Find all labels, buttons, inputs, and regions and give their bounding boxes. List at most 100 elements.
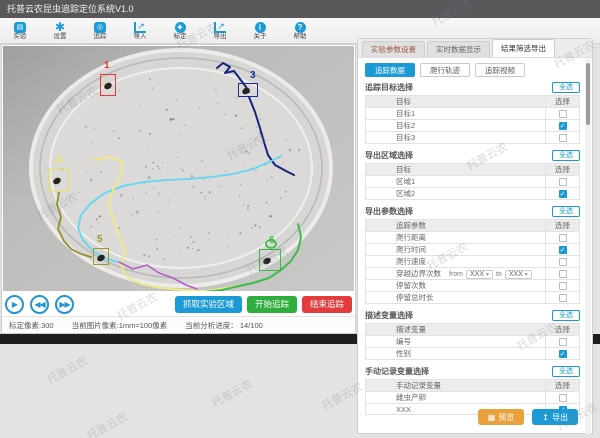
stop-tracking-button[interactable]: 结束追踪: [302, 296, 352, 313]
tracking-icon: ◎: [94, 22, 106, 33]
target-label-1: 1: [104, 61, 110, 71]
table-row: 停留次数: [366, 280, 580, 292]
row-checkbox[interactable]: [559, 234, 567, 242]
toolbar-item-import[interactable]: ↗导入: [120, 18, 160, 44]
toolbar-item-export[interactable]: ↗导出: [200, 18, 240, 44]
row-checkbox[interactable]: [559, 394, 567, 402]
toolbar-item-label: 导入: [134, 34, 147, 40]
section-5: 手动记录变量选择全选手动记录变量选择雌虫产卵XXX✓: [365, 366, 580, 415]
subtab-1[interactable]: 追踪数据: [365, 63, 415, 77]
section-1: 追踪目标选择全选目标选择目标1目标2✓目标3: [365, 82, 580, 144]
column-header: 选择: [546, 220, 580, 232]
tab-2[interactable]: 实时数据显示: [427, 41, 490, 57]
section-title: 追踪目标选择: [365, 82, 413, 93]
toolbar-item-label: 帮助: [294, 34, 307, 40]
scrollbar-thumb[interactable]: [586, 63, 590, 125]
select-all-button[interactable]: 全选: [552, 310, 580, 321]
window-title: 托普云农昆虫追踪定位系统V1.0: [0, 0, 600, 18]
table-row: 爬行时间✓: [366, 244, 580, 256]
prev-frame-button[interactable]: ◀◀: [30, 295, 49, 314]
subtab-3[interactable]: 追踪视频: [475, 63, 525, 77]
grid-icon: ▦: [488, 413, 496, 422]
section-2: 导出区域选择全选目标选择区域1区域2✓: [365, 150, 580, 200]
column-header: 目标: [366, 96, 546, 108]
row-label: 目标2: [396, 121, 415, 130]
upload-icon: ↥: [542, 413, 549, 422]
preview-button[interactable]: ▦ 预览: [478, 409, 525, 425]
row-checkbox[interactable]: ✓: [559, 246, 567, 254]
select-all-button[interactable]: 全选: [552, 150, 580, 161]
column-header: 追踪参数: [366, 220, 546, 232]
settings-icon: ✱: [55, 22, 65, 33]
row-label: 停留次数: [396, 281, 426, 290]
toolbar-item-label: 导出: [214, 34, 227, 40]
panel-subtabs: 追踪数据爬行轨迹追踪视频: [365, 63, 580, 77]
column-header: 选择: [546, 380, 580, 392]
table-row: 目标2 ✓: [366, 120, 580, 132]
calibrate-icon: ✦: [175, 22, 186, 33]
insect-blob: [96, 253, 106, 262]
row-checkbox[interactable]: [559, 338, 567, 346]
calibrated-pixels-status: 标定像素:300: [9, 320, 54, 331]
row-checkbox[interactable]: [559, 270, 567, 278]
toolbar-item-label: 标定: [174, 34, 187, 40]
from-label: from: [449, 271, 463, 278]
row-checkbox[interactable]: ✓: [559, 122, 567, 130]
table-row: 目标1: [366, 108, 580, 120]
status-bar: 标定像素:300 当前图片像素:1mm=100像素 当前分析进度： 14/100: [2, 316, 355, 333]
toolbar-item-about[interactable]: i关于: [240, 18, 280, 44]
to-label: to: [496, 271, 502, 278]
subtab-2[interactable]: 爬行轨迹: [420, 63, 470, 77]
toolbar-item-help[interactable]: ?帮助: [280, 18, 320, 44]
row-checkbox[interactable]: ✓: [559, 350, 567, 358]
select-all-button[interactable]: 全选: [552, 366, 580, 377]
watermark-text: 托普云农: [44, 353, 90, 388]
target-label-3: 3: [250, 71, 256, 81]
row-label: 区域2: [396, 189, 415, 198]
toolbar-item-settings[interactable]: ✱设置: [40, 18, 80, 44]
row-label: 性别: [396, 349, 411, 358]
row-checkbox[interactable]: [559, 258, 567, 266]
row-label: 停留总时长: [396, 293, 434, 302]
play-button[interactable]: ▶: [5, 295, 24, 314]
watermark-text: 托普云农: [209, 376, 255, 411]
from-select[interactable]: XXX ▾: [466, 270, 493, 279]
start-tracking-button[interactable]: 开始追踪: [247, 296, 297, 313]
target-box-6: [259, 249, 281, 271]
section-4: 描述变量选择全选描述变量选择编号性别✓: [365, 310, 580, 360]
target-box-3: [238, 83, 258, 97]
toolbar-item-experiment[interactable]: ▤实验: [0, 18, 40, 44]
select-all-button[interactable]: 全选: [552, 206, 580, 217]
target-label-5: 5: [97, 235, 103, 245]
capture-area-button[interactable]: 抓取实验区域: [175, 296, 242, 313]
table-row: 区域2 ✓: [366, 188, 580, 200]
row-checkbox[interactable]: [559, 178, 567, 186]
panel-tabs: 实验参数设置实时数据显示结果筛选导出: [358, 39, 592, 58]
target-box-5: [93, 248, 109, 265]
tab-3[interactable]: 结果筛选导出: [492, 39, 555, 57]
toolbar-item-calibrate[interactable]: ✦标定: [160, 18, 200, 44]
table-row: 目标3: [366, 132, 580, 144]
row-label: 穿越边界次数: [396, 269, 441, 278]
panel-scrollbar[interactable]: [585, 59, 591, 434]
video-panel: 13456 ▶ ◀◀ ▶▶ 抓取实验区域 开始追踪 结束追踪 标定像素:300 …: [1, 44, 356, 334]
row-checkbox[interactable]: ✓: [559, 190, 567, 198]
column-header: 目标: [366, 164, 546, 176]
export-button[interactable]: ↥ 导出: [532, 409, 578, 425]
table-row: 编号: [366, 336, 580, 348]
panel-footer: ▦ 预览 ↥ 导出: [478, 409, 578, 425]
row-checkbox[interactable]: [559, 134, 567, 142]
to-select[interactable]: XXX ▾: [505, 270, 532, 279]
toolbar-item-label: 追踪: [94, 34, 107, 40]
tab-1[interactable]: 实验参数设置: [362, 41, 425, 57]
section-title: 导出参数选择: [365, 206, 413, 217]
column-header: 描述变量: [366, 324, 546, 336]
next-frame-button[interactable]: ▶▶: [55, 295, 74, 314]
row-checkbox[interactable]: [559, 282, 567, 290]
row-checkbox[interactable]: [559, 110, 567, 118]
toolbar-item-tracking[interactable]: ◎追踪: [80, 18, 120, 44]
select-all-button[interactable]: 全选: [552, 82, 580, 93]
video-view[interactable]: 13456: [3, 46, 354, 291]
row-checkbox[interactable]: [559, 294, 567, 302]
section-title: 导出区域选择: [365, 150, 413, 161]
